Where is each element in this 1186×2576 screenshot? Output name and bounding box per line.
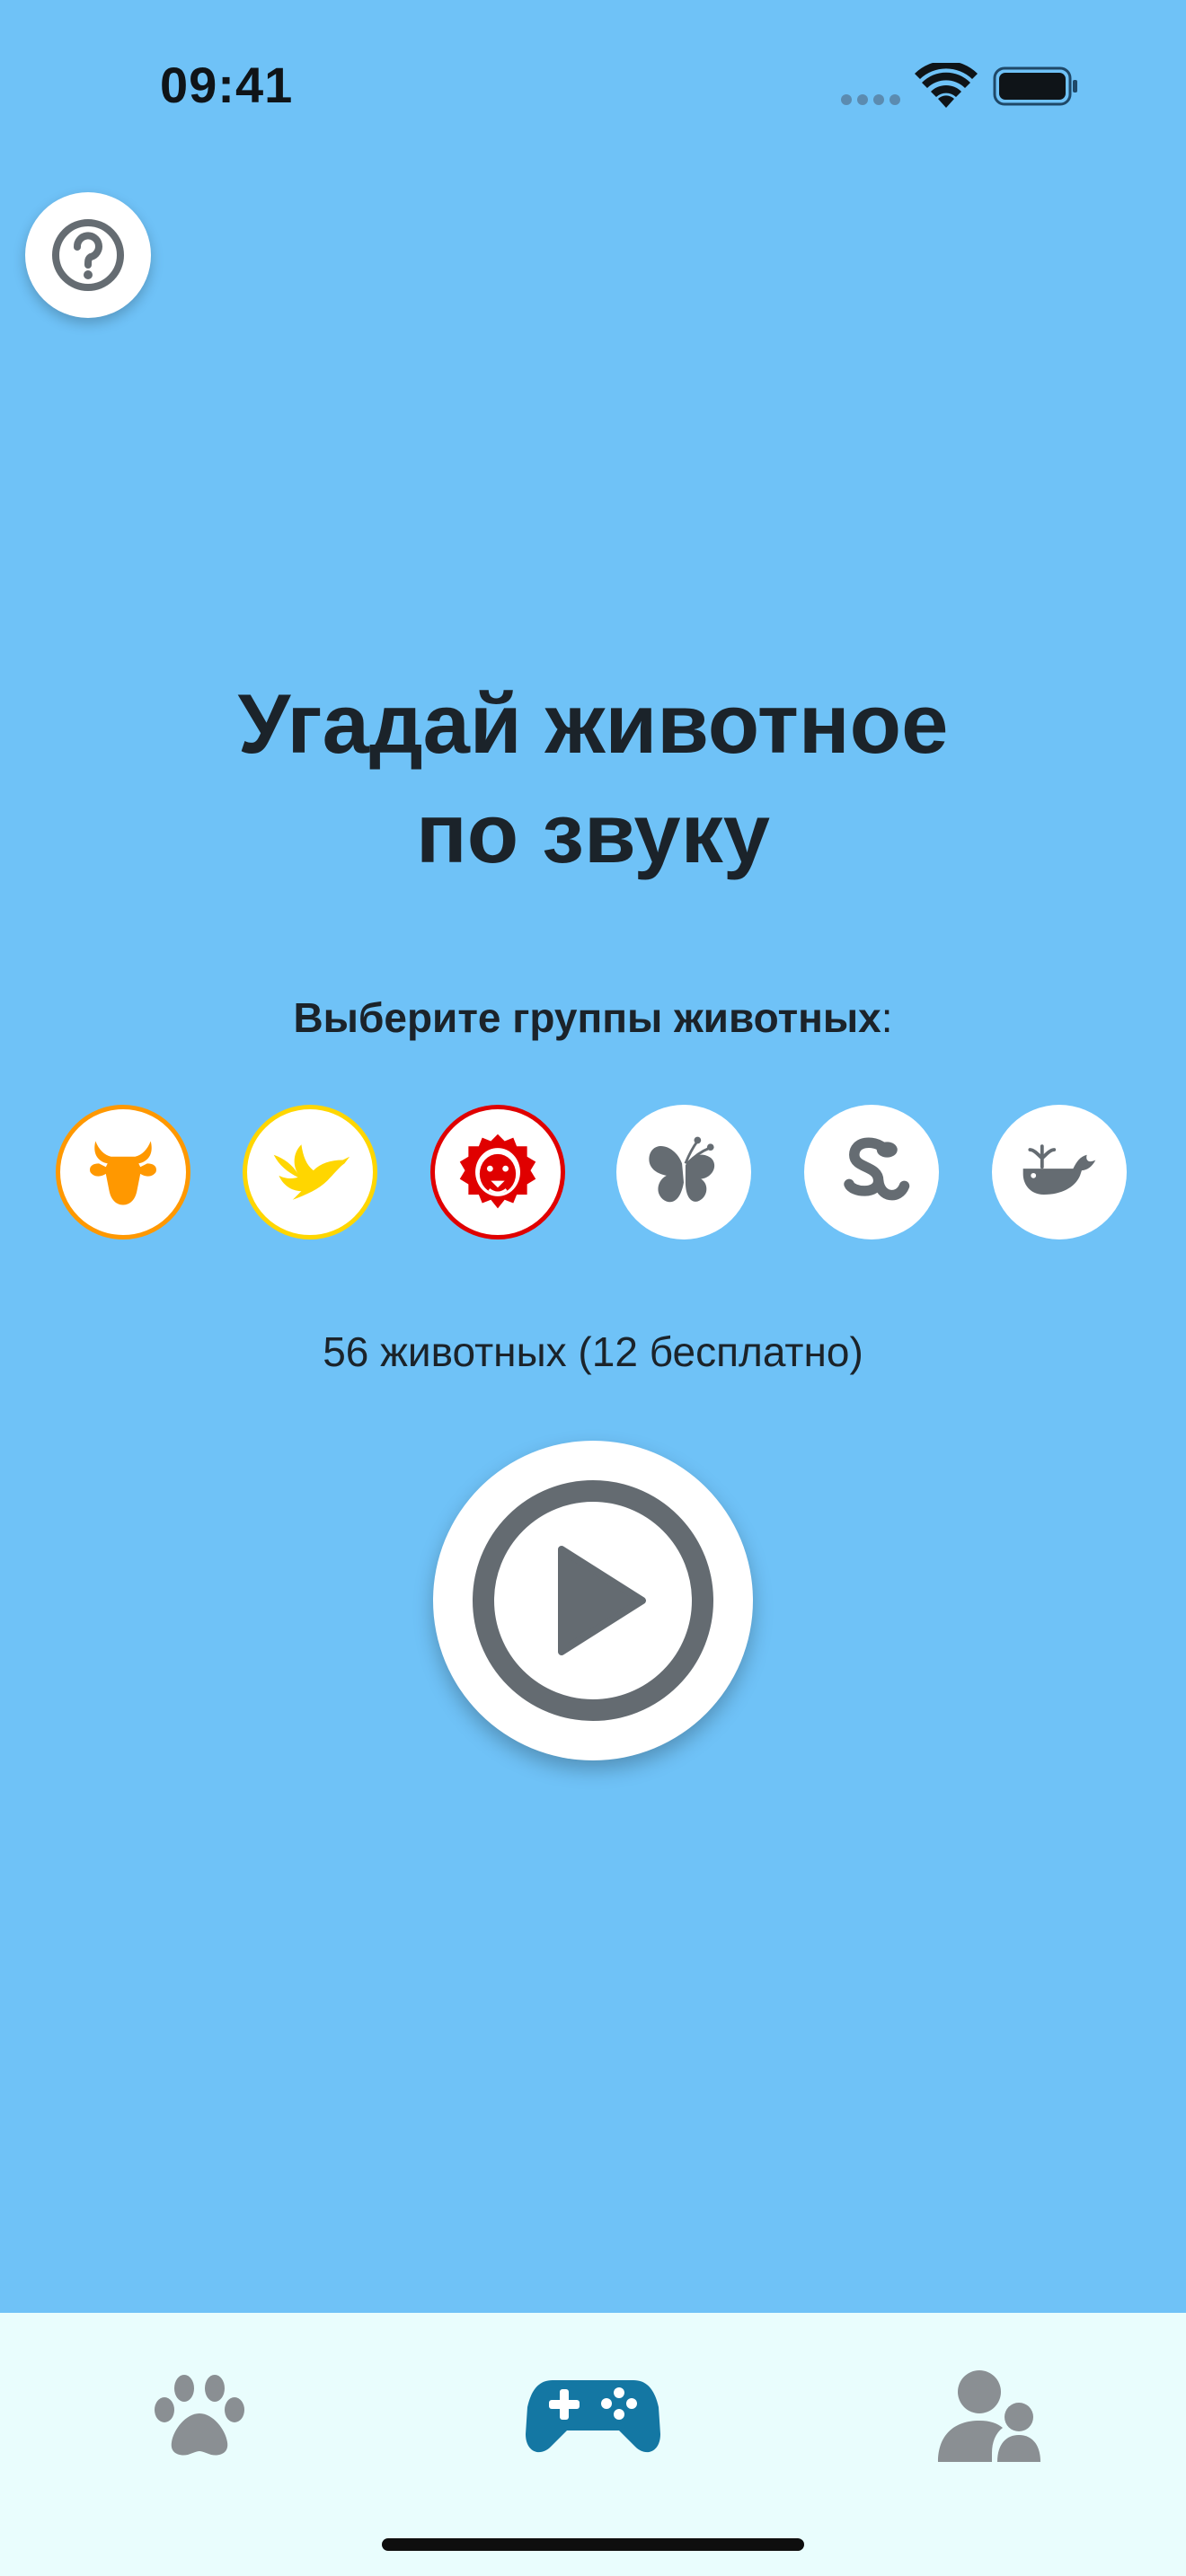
groups-label: Выберите группы животных: [0,993,1186,1042]
question-icon [52,219,124,291]
animal-groups [0,1105,1186,1248]
gamepad-icon [526,2380,660,2453]
paw-icon [155,2375,244,2456]
tab-animals[interactable] [128,2358,271,2475]
group-reptiles-toggle[interactable] [804,1105,939,1239]
group-wild-toggle[interactable] [430,1105,565,1239]
butterfly-icon [649,1136,715,1203]
cow-icon [90,1141,156,1205]
wifi-icon [915,63,978,108]
group-insects-toggle[interactable] [616,1105,751,1239]
title-line-2: по звуку [415,786,771,880]
title-line-1: Угадай животное [237,676,949,771]
status-bar: 09:41 [0,0,1186,180]
lion-icon [459,1134,536,1209]
tab-profile[interactable] [916,2358,1060,2475]
play-icon [473,1480,713,1721]
animal-count: 56 животных (12 бесплатно) [323,1328,863,1375]
users-icon [938,2370,1040,2462]
group-farm-toggle[interactable] [56,1105,190,1239]
home-indicator [382,2538,804,2551]
bird-icon [273,1144,350,1200]
group-sea-toggle[interactable] [992,1105,1127,1239]
play-button[interactable] [433,1441,753,1760]
page-title: Угадай животное по звуку [0,669,1186,888]
signal-icon [841,94,900,105]
help-button[interactable] [25,192,151,318]
battery-icon [993,66,1077,106]
tab-bar [0,2313,1186,2576]
snake-icon [844,1137,910,1201]
groups-label-text: Выберите группы животных [293,994,881,1041]
group-birds-toggle[interactable] [243,1105,377,1239]
tab-game[interactable] [521,2358,665,2475]
groups-label-colon: : [881,994,893,1041]
whale-icon [1022,1144,1096,1195]
status-time: 09:41 [160,57,294,113]
